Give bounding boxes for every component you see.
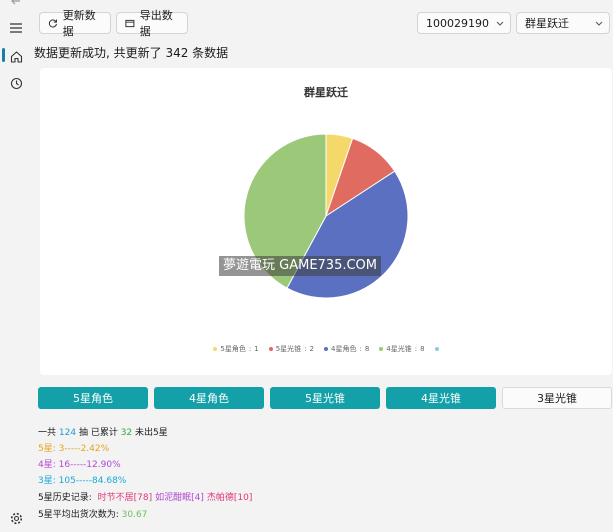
back-button[interactable] (4, 0, 28, 12)
export-icon (125, 19, 135, 27)
history-entry: 杰帕德[10] (206, 493, 253, 503)
account-select[interactable]: 100029190 (417, 12, 511, 34)
legend-dot (268, 347, 273, 351)
legend-value: 1 (254, 345, 259, 353)
legend-value: 2 (309, 345, 314, 353)
pool-select[interactable]: 群星跃迁 (516, 12, 610, 34)
refresh-icon (48, 18, 57, 28)
total-pulls-value: 124 (58, 428, 77, 438)
legend-label: 5星角色 (220, 345, 246, 353)
nav-history[interactable] (4, 72, 28, 94)
legend-dot (213, 347, 218, 351)
average-line: 5星平均出货次数为: 30.67 (38, 507, 147, 520)
legend-label: 5星光锥 (275, 345, 302, 353)
legend-label: 4星光锥 (386, 345, 412, 353)
legend-value: 8 (420, 345, 425, 353)
back-arrow-icon (11, 0, 20, 5)
tab-1[interactable]: 4星角色 (154, 387, 264, 409)
legend-item: 4星角色: 8 (324, 344, 369, 354)
legend-label: 4星角色 (331, 345, 357, 353)
average-value: 30.67 (121, 510, 148, 520)
update-data-label: 更新数据 (62, 9, 96, 38)
history-entry: 如泥酣眠[4] (155, 493, 204, 503)
tab-0[interactable]: 5星角色 (38, 387, 148, 409)
chart-legend: 5星角色: 1 5星光锥: 2 4星角色: 8 4星光锥: 8 (40, 344, 612, 354)
total-mid: 抽 已累计 (78, 428, 118, 438)
legend-separator: : (359, 345, 362, 353)
chart-card: 群星跃迁 5星角色: 1 5星光锥: 2 4星角色: 8 4星光锥: 8 (40, 68, 612, 375)
total-suffix: 未出5星 (135, 428, 168, 438)
history-label: 5星历史记录: (38, 493, 92, 503)
home-icon (10, 50, 22, 63)
tab-2[interactable]: 5星光锥 (270, 387, 380, 409)
total-pulls-line: 一共 124 抽 已累计 32 未出5星 (38, 425, 168, 438)
legend-separator: : (414, 345, 418, 353)
menu-button[interactable] (4, 17, 28, 39)
average-label: 5星平均出货次数为: (38, 510, 119, 520)
hamburger-icon (10, 23, 22, 33)
export-data-button[interactable]: 导出数据 (116, 9, 188, 38)
legend-item: 4星光锥: 8 (379, 344, 425, 354)
chevron-down-icon (496, 21, 504, 26)
update-data-button[interactable]: 更新数据 (39, 9, 111, 38)
nav-settings[interactable] (4, 507, 28, 529)
legend-dot (434, 347, 439, 351)
legend-dot (324, 347, 328, 351)
legend-separator: : (304, 345, 307, 353)
tab-3[interactable]: 4星光锥 (386, 387, 496, 409)
three-star-stat: 3星: 105-----84.68% (38, 476, 127, 486)
chevron-down-icon (595, 21, 603, 26)
legend-item: 5星光锥: 2 (268, 344, 314, 354)
five-star-stat: 5星: 3-----2.42% (38, 444, 110, 454)
gear-icon (10, 512, 22, 524)
legend-item: 5星角色: 1 (213, 344, 259, 354)
pie-chart (243, 133, 409, 299)
legend-separator: : (248, 345, 252, 353)
history-entry: 时节不居[78] (97, 493, 153, 503)
pool-select-value: 群星跃迁 (525, 17, 569, 30)
history-icon (10, 77, 22, 89)
account-select-value: 100029190 (426, 16, 489, 30)
legend-value: 8 (364, 345, 370, 353)
four-star-stat: 4星: 16-----12.90% (38, 460, 121, 470)
five-star-history: 5星历史记录: 时节不居[78] 如泥酣眠[4] 杰帕德[10] (38, 490, 252, 503)
tab-4[interactable]: 3星光锥 (502, 387, 612, 409)
status-message: 数据更新成功, 共更新了 342 条数据 (34, 46, 229, 60)
nav-home[interactable] (4, 45, 28, 67)
total-prefix: 一共 (38, 428, 57, 438)
nav-rail (0, 0, 32, 532)
rarity-tabs: 5星角色 4星角色 5星光锥 4星光锥 3星光锥 (38, 387, 612, 409)
watermark-text: 夢遊電玩 GAME735.COM (219, 256, 382, 276)
legend-dot (379, 347, 384, 351)
pity-count-value: 32 (120, 428, 133, 438)
export-data-label: 导出数据 (139, 9, 173, 38)
